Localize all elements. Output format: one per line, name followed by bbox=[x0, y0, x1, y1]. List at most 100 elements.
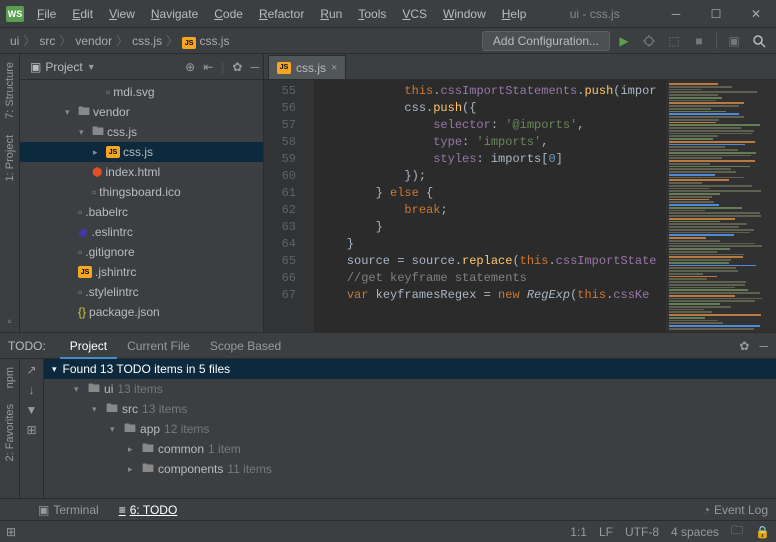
tree-item[interactable]: ▫thingsboard.ico bbox=[20, 182, 263, 202]
event-log-icon: ◔ bbox=[703, 503, 710, 517]
navigation-bar: ui〉src〉vendor〉css.js〉JS css.js Add Confi… bbox=[0, 28, 776, 54]
titlebar: WS FileEditViewNavigateCodeRefactorRunTo… bbox=[0, 0, 776, 28]
menu-vcs[interactable]: VCS bbox=[395, 3, 434, 25]
toolwindows-icon[interactable]: ⊞ bbox=[6, 525, 16, 539]
event-log-button[interactable]: ◔Event Log bbox=[699, 501, 772, 519]
todo-tree[interactable]: ▾ Found 13 TODO items in 5 files ▾🖿ui 13… bbox=[44, 359, 776, 498]
coverage-icon[interactable]: ⬚ bbox=[663, 30, 685, 52]
menu-view[interactable]: View bbox=[102, 3, 142, 25]
project-pane-title: Project bbox=[45, 60, 82, 74]
breadcrumb[interactable]: ui bbox=[6, 34, 23, 48]
stop-icon[interactable]: ■ bbox=[688, 30, 710, 52]
todo-title: TODO: bbox=[8, 339, 46, 353]
hide-icon[interactable]: ─ bbox=[250, 60, 259, 74]
run-icon[interactable]: ▶ bbox=[613, 30, 635, 52]
todo-tab[interactable]: Scope Based bbox=[200, 335, 291, 357]
minimize-button[interactable]: ─ bbox=[656, 0, 696, 28]
tree-item[interactable]: ▫.gitignore bbox=[20, 242, 263, 262]
menu-window[interactable]: Window bbox=[436, 3, 493, 25]
window-title: ui - css.js bbox=[533, 7, 656, 21]
left-gutter: 7: Structure 1: Project ▫ bbox=[0, 54, 20, 332]
menu-help[interactable]: Help bbox=[495, 3, 534, 25]
settings-icon[interactable]: ✿ bbox=[739, 339, 749, 353]
todo-tab[interactable]: Project bbox=[60, 335, 117, 359]
expand-icon[interactable]: ↗ bbox=[26, 363, 36, 377]
app-icon: WS bbox=[6, 6, 24, 22]
breadcrumb[interactable]: vendor bbox=[71, 34, 116, 48]
menu-navigate[interactable]: Navigate bbox=[144, 3, 205, 25]
tree-item[interactable]: ▫mdi.svg bbox=[20, 82, 263, 102]
terminal-icon: ▣ bbox=[38, 503, 49, 517]
menu-refactor[interactable]: Refactor bbox=[252, 3, 311, 25]
tree-item[interactable]: ▫.stylelintrc bbox=[20, 282, 263, 302]
todo-row[interactable]: ▾🖿app 12 items bbox=[44, 419, 776, 439]
editor: JS css.js × 55565758596061626364656667 t… bbox=[264, 54, 776, 332]
todo-summary-text: Found 13 TODO items in 5 files bbox=[63, 362, 231, 376]
breadcrumb[interactable]: JS css.js bbox=[178, 34, 233, 48]
editor-tab-label: css.js bbox=[296, 61, 326, 75]
debug-icon[interactable] bbox=[638, 30, 660, 52]
hide-icon[interactable]: ─ bbox=[759, 339, 768, 353]
line-ending[interactable]: LF bbox=[599, 525, 613, 539]
tree-item[interactable]: ▸JScss.js bbox=[20, 142, 263, 162]
breadcrumb[interactable]: css.js bbox=[128, 34, 166, 48]
tree-item[interactable]: ▾🖿css.js bbox=[20, 122, 263, 142]
encoding[interactable]: UTF-8 bbox=[625, 525, 659, 539]
toolwindow-square-icon[interactable]: ▫ bbox=[3, 310, 15, 332]
project-tool-window: ▣ Project ▼ ⊕ ⇤ | ✿ ─ ▫mdi.svg▾🖿vendor▾🖿… bbox=[20, 54, 264, 332]
todo-left-gutter: npm 2: Favorites bbox=[0, 359, 20, 498]
editor-tab[interactable]: JS css.js × bbox=[268, 55, 346, 79]
close-button[interactable]: ✕ bbox=[736, 0, 776, 28]
menu-file[interactable]: File bbox=[30, 3, 63, 25]
cursor-position[interactable]: 1:1 bbox=[570, 525, 587, 539]
project-folder-icon: ▣ bbox=[30, 60, 41, 74]
add-configuration-button[interactable]: Add Configuration... bbox=[482, 31, 610, 51]
todo-toolbar: ↗ ↓ ▼ ⊞ bbox=[20, 359, 44, 498]
menu-tools[interactable]: Tools bbox=[351, 3, 393, 25]
tree-item[interactable]: ▾🖿vendor bbox=[20, 102, 263, 122]
group-icon[interactable]: ⊞ bbox=[26, 423, 36, 437]
bottom-toolbar: ▣Terminal ≡6: TODO ◔Event Log bbox=[0, 498, 776, 520]
todo-tool-window: TODO: ProjectCurrent FileScope Based ✿ ─… bbox=[0, 332, 776, 498]
todo-tab[interactable]: Current File bbox=[117, 335, 200, 357]
settings-icon[interactable]: ✿ bbox=[232, 60, 242, 74]
breadcrumb[interactable]: src bbox=[35, 34, 59, 48]
menu-code[interactable]: Code bbox=[207, 3, 250, 25]
filter-icon[interactable]: ▼ bbox=[26, 403, 38, 417]
tree-item[interactable]: ◉.eslintrc bbox=[20, 222, 263, 242]
menu-edit[interactable]: Edit bbox=[65, 3, 100, 25]
npm-tab[interactable]: npm bbox=[2, 359, 18, 396]
project-tab[interactable]: 1: Project bbox=[2, 127, 18, 189]
project-tree[interactable]: ▫mdi.svg▾🖿vendor▾🖿css.js▸JScss.js⬢index.… bbox=[20, 80, 263, 332]
inspections-icon[interactable]: 🗀 bbox=[731, 521, 743, 542]
todo-row[interactable]: ▸🖿components 11 items bbox=[44, 459, 776, 479]
collapse-icon[interactable]: ⇤ bbox=[203, 60, 213, 74]
tree-item[interactable]: ⬢index.html bbox=[20, 162, 263, 182]
locate-icon[interactable]: ⊕ bbox=[185, 60, 195, 74]
window-controls: ─ ☐ ✕ bbox=[656, 0, 776, 28]
close-tab-icon[interactable]: × bbox=[331, 62, 337, 74]
tree-item[interactable]: JS.jshintrc bbox=[20, 262, 263, 282]
todo-summary[interactable]: ▾ Found 13 TODO items in 5 files bbox=[44, 359, 776, 379]
indent[interactable]: 4 spaces bbox=[671, 525, 719, 539]
project-view-selector[interactable]: ▣ Project ▼ bbox=[24, 58, 102, 76]
todo-row[interactable]: ▾🖿ui 13 items bbox=[44, 379, 776, 399]
search-icon[interactable] bbox=[748, 30, 770, 52]
todo-row[interactable]: ▾🖿src 13 items bbox=[44, 399, 776, 419]
todo-row[interactable]: ▸🖿common 1 item bbox=[44, 439, 776, 459]
status-bar: ⊞ 1:1 LF UTF-8 4 spaces 🗀 🔒 bbox=[0, 520, 776, 542]
tree-item[interactable]: {}package.json bbox=[20, 302, 263, 322]
minimap[interactable] bbox=[666, 80, 776, 332]
search-everywhere-icon[interactable]: ▣ bbox=[723, 30, 745, 52]
favorites-tab[interactable]: 2: Favorites bbox=[2, 396, 18, 469]
collapse-icon[interactable]: ↓ bbox=[29, 383, 35, 397]
terminal-button[interactable]: ▣Terminal bbox=[34, 501, 103, 519]
lock-icon[interactable]: 🔒 bbox=[755, 525, 770, 539]
todo-button[interactable]: ≡6: TODO bbox=[115, 501, 182, 519]
menu-run[interactable]: Run bbox=[313, 3, 349, 25]
tree-item[interactable]: ▫.babelrc bbox=[20, 202, 263, 222]
editor-tabs: JS css.js × bbox=[264, 54, 776, 80]
maximize-button[interactable]: ☐ bbox=[696, 0, 736, 28]
main-area: 7: Structure 1: Project ▫ ▣ Project ▼ ⊕ … bbox=[0, 54, 776, 332]
structure-tab[interactable]: 7: Structure bbox=[2, 54, 18, 127]
